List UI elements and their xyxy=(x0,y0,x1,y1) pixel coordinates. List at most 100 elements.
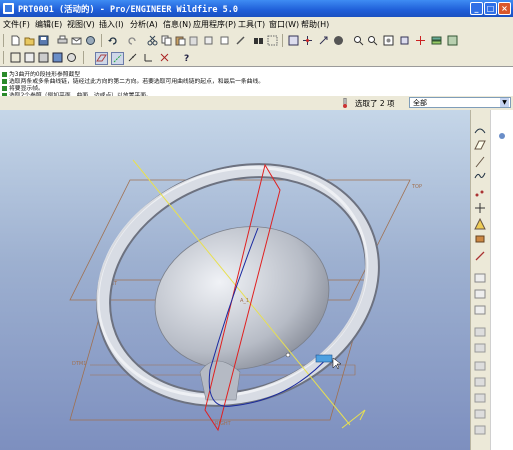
app-icon xyxy=(3,3,14,14)
model-canvas[interactable]: TOP FRONT DTM1 A_1 RIGHT xyxy=(0,110,470,450)
datum-curve-icon[interactable] xyxy=(474,170,486,182)
revolve-icon[interactable] xyxy=(474,250,486,262)
toolbar-grip xyxy=(3,51,4,64)
open-folder-icon[interactable] xyxy=(24,35,35,46)
filter-value: 全部 xyxy=(413,99,427,107)
paste-special-icon[interactable] xyxy=(189,35,200,46)
print-icon[interactable] xyxy=(57,35,68,46)
cut-icon[interactable] xyxy=(147,35,158,46)
menu-tools[interactable]: 工具(T) xyxy=(238,19,265,30)
datum-toolbar: ? xyxy=(0,49,513,67)
datum-label-right: RIGHT xyxy=(215,421,232,427)
analysis-icon[interactable] xyxy=(474,218,486,230)
toolbar-separator xyxy=(282,34,283,47)
menu-window[interactable]: 窗口(W) xyxy=(269,19,299,30)
datum-plane-display-icon[interactable] xyxy=(95,52,108,65)
thermometer-icon xyxy=(343,98,347,108)
toolbar-grip xyxy=(3,34,4,47)
message-text: 选取两条或多条曲线链，链经过此方向的第二方向。若要选取可用曲线链的起点，和最后一… xyxy=(9,79,265,85)
title-bar: PRT0001 (活动的) - Pro/ENGINEER Wildfire 5.… xyxy=(0,0,513,17)
copy-icon[interactable] xyxy=(161,35,172,46)
menu-view[interactable]: 视图(V) xyxy=(67,19,95,30)
draft-icon[interactable] xyxy=(474,360,486,372)
round-icon[interactable] xyxy=(474,376,486,388)
new-file-icon[interactable] xyxy=(10,35,21,46)
saved-views-icon[interactable] xyxy=(415,35,426,46)
csys-display-icon[interactable] xyxy=(143,52,154,63)
graphics-window[interactable]: TOP FRONT DTM1 A_1 RIGHT xyxy=(0,110,470,450)
shading-icon[interactable] xyxy=(333,35,344,46)
email-icon[interactable] xyxy=(71,35,82,46)
datum-axis-display-icon[interactable] xyxy=(111,52,124,65)
refit-icon[interactable] xyxy=(383,35,394,46)
menu-applications[interactable]: 应用程序(P) xyxy=(193,19,236,30)
regenerate-model-icon[interactable] xyxy=(85,35,96,46)
pin-icon[interactable] xyxy=(496,130,508,142)
menu-file[interactable]: 文件(F) xyxy=(3,19,30,30)
repaint-icon[interactable] xyxy=(288,35,299,46)
redo-icon[interactable] xyxy=(127,35,138,46)
maximize-button[interactable]: □ xyxy=(484,2,497,15)
datum-point-display-icon[interactable] xyxy=(127,52,138,63)
spin-center-icon[interactable] xyxy=(302,35,313,46)
paste-icon[interactable] xyxy=(175,35,186,46)
datum-label-dtm: DTM1 xyxy=(72,361,86,367)
blend-icon[interactable] xyxy=(474,288,486,300)
reorient-icon[interactable] xyxy=(399,35,410,46)
minimize-button[interactable]: _ xyxy=(470,2,483,15)
menu-insert[interactable]: 插入(I) xyxy=(99,19,124,30)
zoom-out-icon[interactable] xyxy=(367,35,378,46)
svg-text:?: ? xyxy=(184,54,189,63)
mirror-icon[interactable] xyxy=(474,424,486,436)
menu-analysis[interactable]: 分析(A) xyxy=(130,19,158,30)
message-area: 为3曲开的0段挂形参照截型 选取两条或多条曲线链，链经过此方向的第二方向。若要选… xyxy=(0,66,513,99)
shell-icon[interactable] xyxy=(474,326,486,338)
no-hidden-icon[interactable] xyxy=(38,52,49,63)
shaded-icon[interactable] xyxy=(52,52,63,63)
drag-handle[interactable] xyxy=(315,354,333,363)
toolbar-separator xyxy=(83,51,84,64)
wireframe-icon[interactable] xyxy=(10,52,21,63)
close-button[interactable]: × xyxy=(498,2,511,15)
pattern-icon[interactable] xyxy=(474,408,486,420)
axis-label: A_1 xyxy=(240,298,249,304)
mouse-cursor-icon xyxy=(332,357,342,370)
filter-dropdown[interactable]: 全部 ▼ xyxy=(409,97,511,108)
coordinate-system-icon[interactable] xyxy=(474,202,486,214)
hidden-line-icon[interactable] xyxy=(24,52,35,63)
datum-point-icon[interactable] xyxy=(474,187,486,199)
edit-references-icon[interactable] xyxy=(235,35,246,46)
chamfer-icon[interactable] xyxy=(474,392,486,404)
menu-bar: 文件(F) 编辑(E) 视图(V) 插入(I) 分析(A) 信息(N) 应用程序… xyxy=(0,17,513,32)
chevron-down-icon[interactable]: ▼ xyxy=(500,98,509,107)
copy-geometry-icon[interactable] xyxy=(203,35,214,46)
feature-toolbar xyxy=(470,110,491,450)
zoom-in-icon[interactable] xyxy=(353,35,364,46)
undo-icon[interactable] xyxy=(107,35,118,46)
extrude-icon[interactable] xyxy=(474,232,486,244)
hole-icon[interactable] xyxy=(474,304,486,316)
datum-axis-icon[interactable] xyxy=(474,156,486,168)
sketch-curve-icon[interactable] xyxy=(474,124,486,136)
main-toolbar xyxy=(0,32,513,50)
save-icon[interactable] xyxy=(38,35,49,46)
help-icon[interactable]: ? xyxy=(183,52,194,63)
find-icon[interactable] xyxy=(253,35,264,46)
orient-mode-icon[interactable] xyxy=(318,35,329,46)
menu-info[interactable]: 信息(N) xyxy=(163,19,191,30)
menu-help[interactable]: 帮助(H) xyxy=(301,19,329,30)
status-bar: 选取了 2 项 全部 ▼ xyxy=(0,96,513,111)
view-manager-icon[interactable] xyxy=(447,35,458,46)
annotation-display-icon[interactable] xyxy=(159,52,170,63)
anchor-point[interactable] xyxy=(285,352,291,358)
sweep-icon[interactable] xyxy=(474,272,486,284)
datum-plane-icon[interactable] xyxy=(474,139,486,151)
layers-icon[interactable] xyxy=(431,35,442,46)
selection-count: 选取了 2 项 xyxy=(355,99,395,108)
select-box-icon[interactable] xyxy=(267,35,278,46)
enhanced-realism-icon[interactable] xyxy=(66,52,77,63)
navigator-strip xyxy=(490,110,513,450)
menu-edit[interactable]: 编辑(E) xyxy=(35,19,62,30)
rib-icon[interactable] xyxy=(474,342,486,354)
redefine-icon[interactable] xyxy=(219,35,230,46)
